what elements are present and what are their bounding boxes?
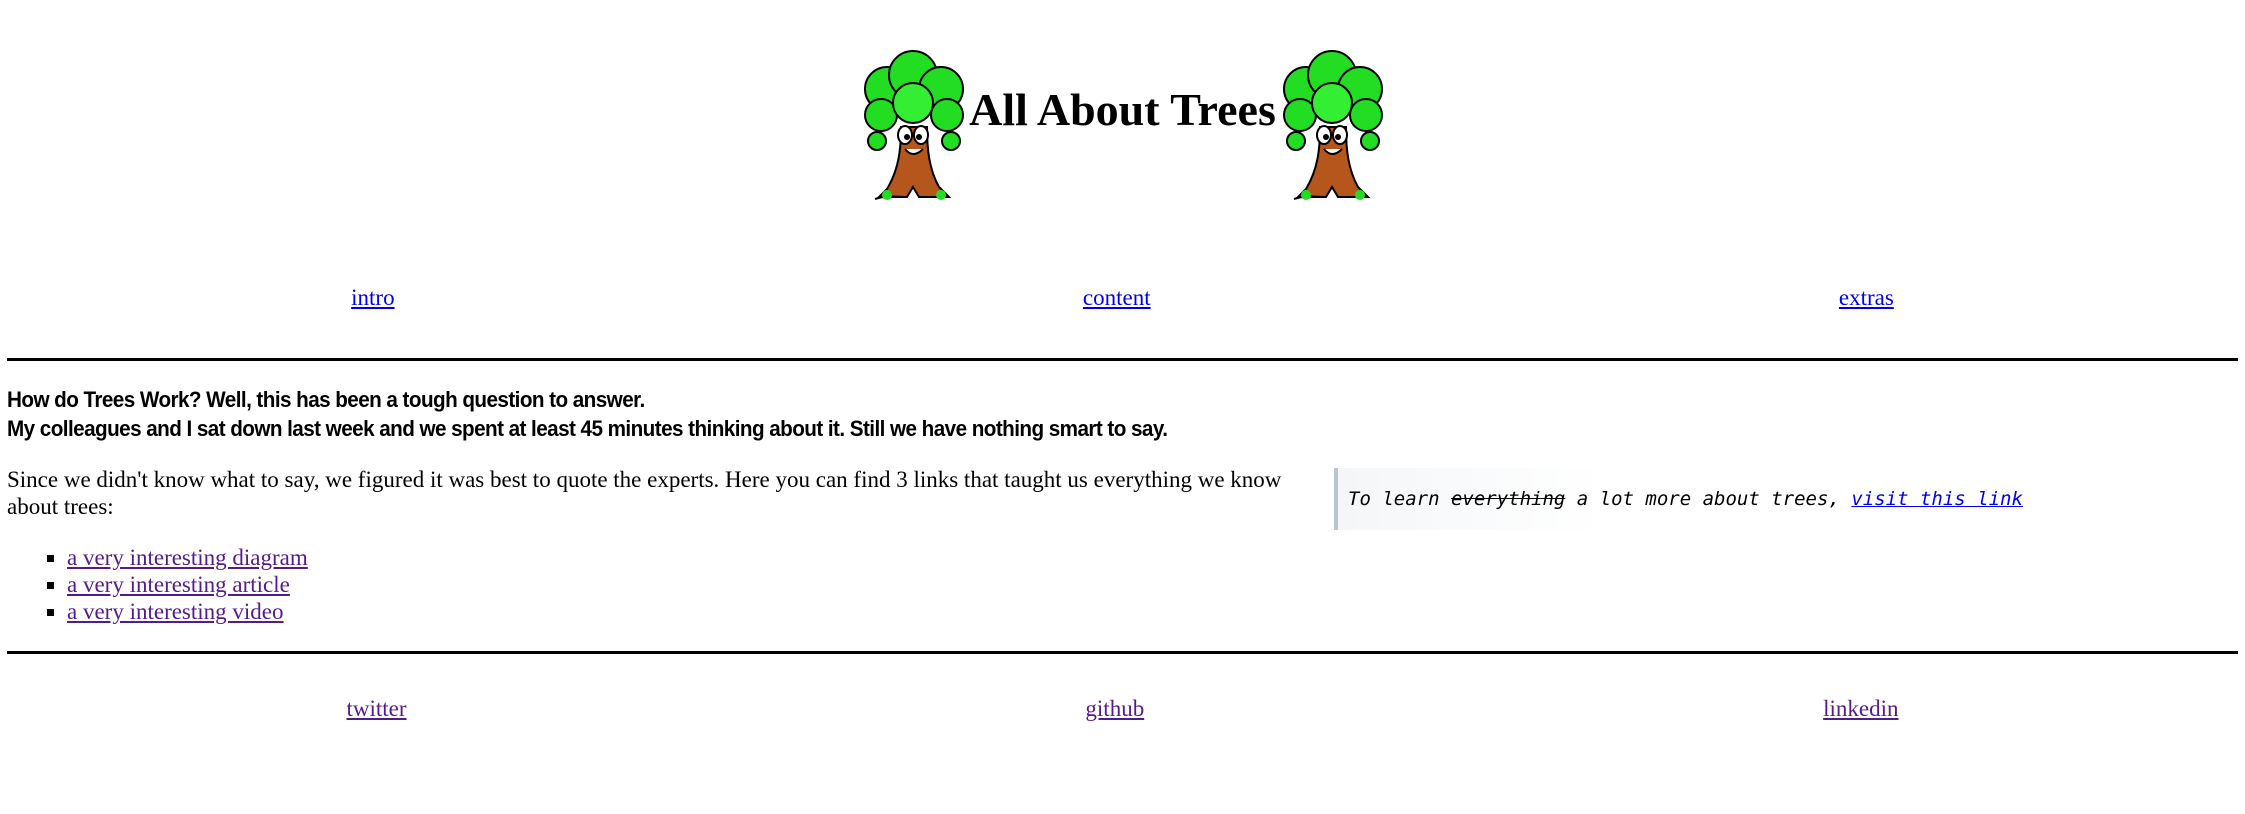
nav-link-content[interactable]: content [1083,285,1151,311]
list-item: a very interesting video [67,598,1327,625]
tree-right-image [1282,50,1383,200]
nav-link-intro[interactable]: intro [351,285,394,311]
top-divider [7,358,2238,361]
visit-link[interactable]: visit this link [1851,488,2023,510]
twitter-link[interactable]: twitter [346,696,406,722]
aside-struck-text: everything [1450,488,1566,510]
expert-links-list: a very interesting diagram a very intere… [7,544,1327,625]
article-link[interactable]: a very interesting article [67,572,290,597]
main-section: How do Trees Work? Well, this has been a… [7,385,2238,443]
list-item: a very interesting article [67,571,1327,598]
headline-line-1: How do Trees Work? Well, this has been a… [7,387,645,412]
top-nav: intro content extras [7,285,2238,311]
diagram-link[interactable]: a very interesting diagram [67,545,308,570]
bottom-divider [7,651,2238,654]
linkedin-link[interactable]: linkedin [1823,696,1898,722]
page-title: All About Trees [969,84,1276,135]
intro-paragraph: Since we didn't know what to say, we fig… [7,467,1282,519]
aside-middle: a lot more about trees, [1565,488,1852,510]
learn-more-aside: To learn everything a lot more about tre… [1334,468,2224,530]
list-item: a very interesting diagram [67,544,1327,571]
nav-link-extras[interactable]: extras [1839,285,1894,311]
video-link[interactable]: a very interesting video [67,599,284,624]
social-nav: twitter github linkedin [7,696,2238,722]
github-link[interactable]: github [1085,696,1144,722]
headline-line-2: My colleagues and I sat down last week a… [7,416,1168,441]
page-header: All About Trees [0,46,2245,206]
aside-prefix: To learn [1348,488,1451,510]
tree-left-image [864,50,965,200]
content-left-column: Since we didn't know what to say, we fig… [7,466,1327,625]
